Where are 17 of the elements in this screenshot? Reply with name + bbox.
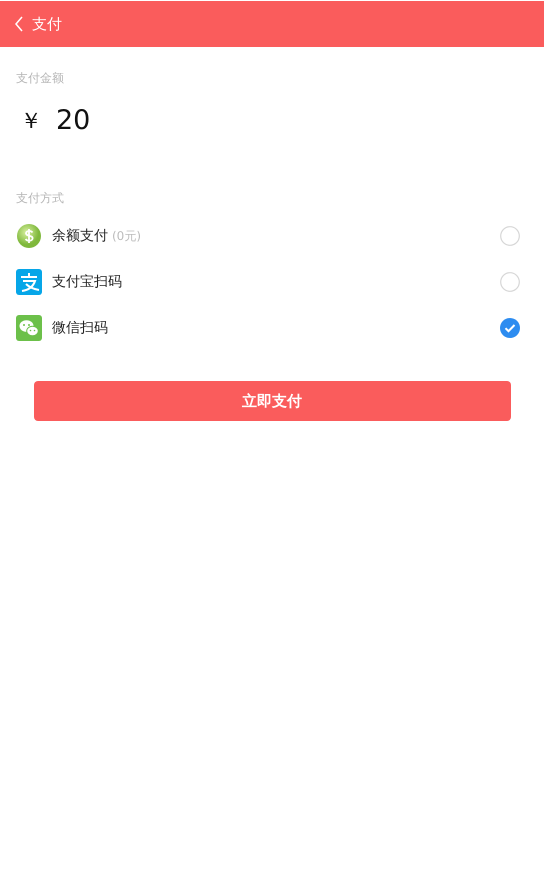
radio-button[interactable]: [500, 272, 520, 292]
wechat-icon: [16, 315, 42, 341]
coin-icon: [16, 223, 42, 249]
section-label: 支付金额: [16, 70, 65, 87]
back-icon[interactable]: [14, 16, 24, 32]
method-name: 支付宝扫码: [52, 272, 122, 292]
page-title: 支付: [32, 14, 62, 35]
balance-note: (0元): [112, 228, 141, 245]
amount-value: 20: [56, 104, 90, 138]
currency-symbol: ￥: [20, 108, 42, 136]
alipay-icon: [16, 269, 42, 295]
radio-checked[interactable]: [500, 318, 520, 338]
radio-button[interactable]: [500, 226, 520, 246]
method-name: 余额支付: [52, 226, 108, 246]
pay-button[interactable]: 立即支付: [34, 381, 510, 421]
section-label: 支付方式: [16, 190, 65, 207]
method-name: 微信扫码: [52, 318, 108, 338]
